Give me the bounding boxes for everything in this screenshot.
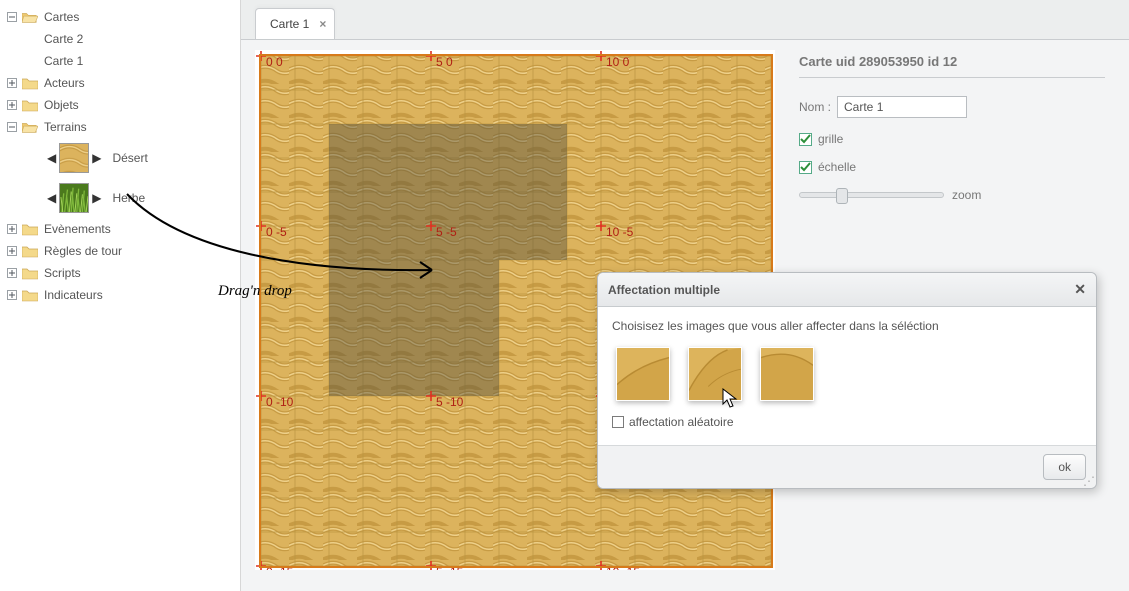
tree-cartes[interactable]: Cartes: [0, 6, 240, 28]
tree-objets[interactable]: Objets: [0, 94, 240, 116]
folder-icon: [22, 222, 38, 236]
grid-label: grille: [818, 132, 843, 146]
tab-label: Carte 1: [270, 17, 309, 31]
expand-icon[interactable]: [6, 223, 18, 235]
svg-text:0 0: 0 0: [266, 55, 283, 69]
tree-indicateurs[interactable]: Indicateurs: [0, 284, 240, 306]
collapse-icon[interactable]: [6, 121, 18, 133]
folder-icon: [22, 98, 38, 112]
next-icon[interactable]: ▶: [89, 151, 104, 165]
folder-icon: [22, 76, 38, 90]
ok-button[interactable]: ok: [1043, 454, 1086, 480]
collapse-icon[interactable]: [6, 11, 18, 23]
tab-carte1[interactable]: Carte 1 ×: [255, 8, 335, 39]
random-label: affectation aléatoire: [629, 415, 734, 429]
folder-icon: [22, 244, 38, 258]
next-icon[interactable]: ▶: [89, 191, 104, 205]
grass-thumb[interactable]: [59, 183, 89, 213]
dialog-titlebar[interactable]: Affectation multiple ✕: [598, 273, 1096, 307]
folder-icon: [22, 288, 38, 302]
tree-evenements[interactable]: Evènements: [0, 218, 240, 240]
dragdrop-annotation: Drag'n drop: [218, 283, 292, 300]
grid-checkbox[interactable]: [799, 133, 812, 146]
close-icon[interactable]: ×: [319, 17, 326, 31]
expand-icon[interactable]: [6, 245, 18, 257]
terrain-item-herbe[interactable]: ◀ ▶ Herbe: [0, 178, 240, 218]
name-input[interactable]: [837, 96, 967, 118]
expand-icon[interactable]: [6, 99, 18, 111]
tree-terrains[interactable]: Terrains: [0, 116, 240, 138]
expand-icon[interactable]: [6, 267, 18, 279]
scale-label: échelle: [818, 160, 856, 174]
texture-choice-1[interactable]: [616, 347, 670, 401]
random-checkbox[interactable]: [612, 416, 624, 428]
properties-title: Carte uid 289053950 id 12: [799, 54, 1105, 78]
svg-text:0 -5: 0 -5: [266, 225, 287, 239]
tree-regles[interactable]: Règles de tour: [0, 240, 240, 262]
dialog-instruction: Choisisez les images que vous aller affe…: [612, 319, 1082, 333]
name-label: Nom :: [799, 100, 831, 114]
folder-icon: [22, 266, 38, 280]
tree-panel: Cartes Carte 2 Carte 1 Acteurs Objets Te…: [0, 0, 240, 591]
expand-icon[interactable]: [6, 77, 18, 89]
scale-checkbox[interactable]: [799, 161, 812, 174]
zoom-label: zoom: [952, 188, 981, 202]
affectation-dialog: Affectation multiple ✕ Choisisez les ima…: [597, 272, 1097, 489]
prev-icon[interactable]: ◀: [44, 151, 59, 165]
resize-grip-icon[interactable]: ⋰: [1083, 477, 1093, 485]
tree-item-carte2[interactable]: Carte 2: [0, 28, 240, 50]
folder-open-icon: [22, 10, 38, 24]
tree-scripts[interactable]: Scripts: [0, 262, 240, 284]
svg-text:10 0: 10 0: [606, 55, 630, 69]
expand-icon[interactable]: [6, 289, 18, 301]
desert-thumb[interactable]: [59, 143, 89, 173]
svg-text:10 -5: 10 -5: [606, 225, 634, 239]
tabstrip: Carte 1 ×: [241, 0, 1129, 40]
prev-icon[interactable]: ◀: [44, 191, 59, 205]
zoom-slider-thumb[interactable]: [836, 188, 848, 204]
dialog-title: Affectation multiple: [608, 283, 720, 297]
tree-item-carte1[interactable]: Carte 1: [0, 50, 240, 72]
folder-open-icon: [22, 120, 38, 134]
svg-text:5 -10: 5 -10: [436, 395, 464, 409]
svg-text:0 -10: 0 -10: [266, 395, 294, 409]
close-icon[interactable]: ✕: [1074, 281, 1086, 298]
zoom-slider[interactable]: [799, 192, 944, 198]
texture-choice-2[interactable]: [688, 347, 742, 401]
terrain-item-desert[interactable]: ◀ ▶ Désert: [0, 138, 240, 178]
svg-text:5 -5: 5 -5: [436, 225, 457, 239]
tree-label: Cartes: [44, 10, 79, 24]
tree-acteurs[interactable]: Acteurs: [0, 72, 240, 94]
texture-choice-3[interactable]: [760, 347, 814, 401]
svg-text:5 0: 5 0: [436, 55, 453, 69]
